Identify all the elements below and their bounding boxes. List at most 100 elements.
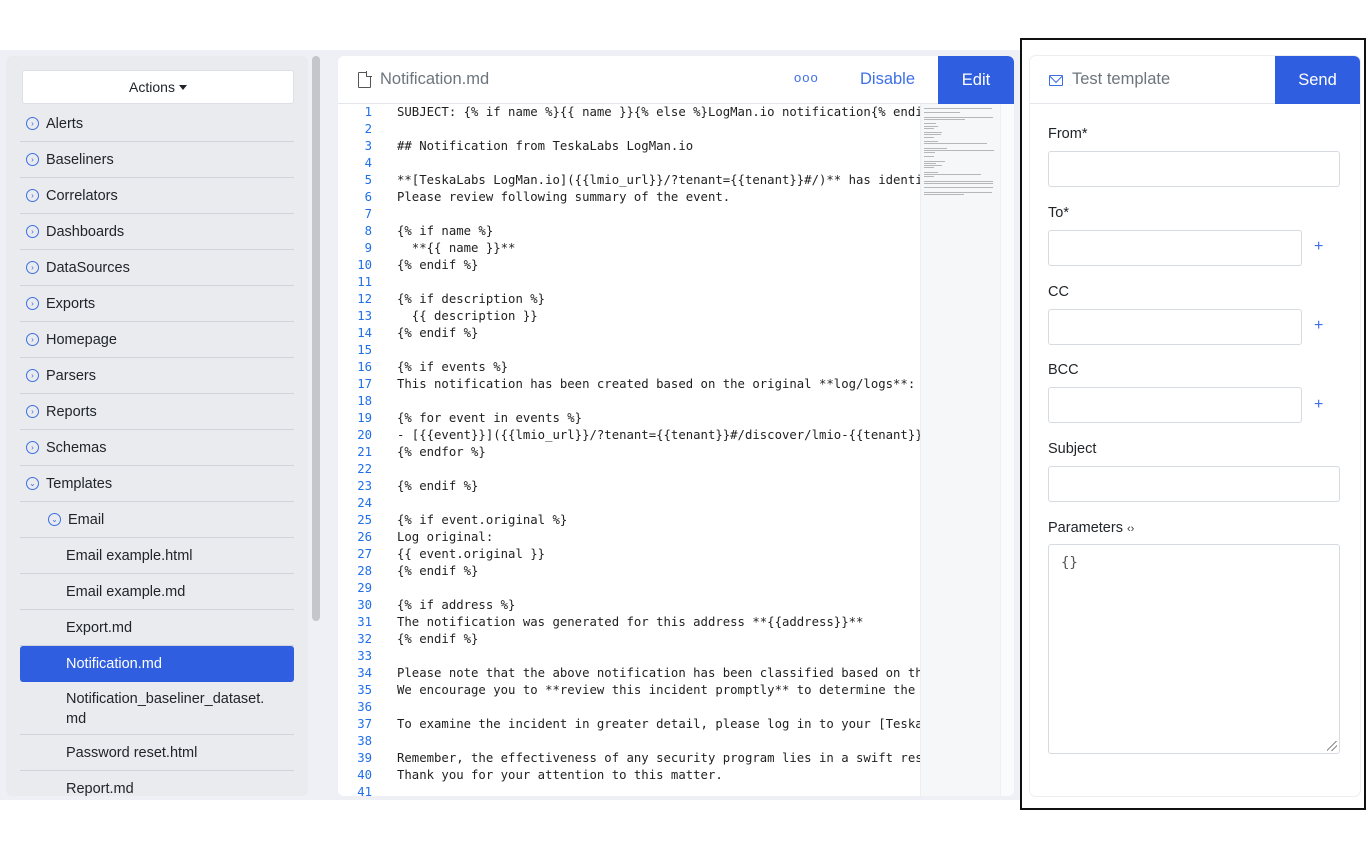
- send-button[interactable]: Send: [1275, 56, 1360, 104]
- code-line: 19 {% for event in events %}: [338, 410, 920, 427]
- line-number: 3: [364, 139, 372, 153]
- code-line: 15: [338, 342, 920, 359]
- code-line-text: {% endfor %}: [397, 445, 486, 459]
- bcc-label: BCC: [1048, 362, 1079, 378]
- code-line: 40 Thank you for your attention to this m…: [338, 767, 920, 784]
- code-minimap[interactable]: [920, 104, 1000, 796]
- chevron-right-circle-icon: ›: [26, 333, 39, 346]
- sidebar-item-datasources[interactable]: › DataSources: [20, 250, 294, 286]
- code-line: 23 {% endif %}: [338, 478, 920, 495]
- sidebar-item-exports[interactable]: › Exports: [20, 286, 294, 322]
- more-options-button[interactable]: ooo: [794, 70, 819, 85]
- code-line: 14 {% endif %}: [338, 325, 920, 342]
- code-line: 9 **{{ name }}**: [338, 240, 920, 257]
- sidebar-item-schemas[interactable]: › Schemas: [20, 430, 294, 466]
- minimap-line: [924, 136, 934, 138]
- sidebar-item-label: Email example.html: [66, 547, 193, 564]
- sidebar-item-email-example-html[interactable]: Email example.html: [20, 538, 294, 574]
- editor-file-name: Notification.md: [380, 70, 490, 88]
- sidebar-item-correlators[interactable]: › Correlators: [20, 178, 294, 214]
- code-editor[interactable]: 1 SUBJECT: {% if name %}{{ name }}{% else…: [338, 104, 920, 796]
- sidebar-item-label: Notification_baseliner_dataset. md: [66, 690, 265, 727]
- minimap-line: [924, 125, 939, 127]
- add-to-button[interactable]: +: [1314, 238, 1323, 256]
- code-line: 4: [338, 155, 920, 172]
- chevron-right-circle-icon: ›: [26, 117, 39, 130]
- line-number: 28: [357, 564, 372, 578]
- minimap-line: [924, 180, 994, 182]
- chevron-down-circle-icon: ⌄: [48, 513, 61, 526]
- test-template-title: Test template: [1072, 70, 1171, 88]
- code-line: 8 {% if name %}: [338, 223, 920, 240]
- sidebar-item-label: DataSources: [46, 259, 130, 276]
- code-line: 27 {{ event.original }}: [338, 546, 920, 563]
- line-number: 41: [357, 785, 372, 796]
- sidebar-item-email-example-md[interactable]: Email example.md: [20, 574, 294, 610]
- chevron-right-circle-icon: ›: [26, 225, 39, 238]
- code-line: 17 This notification has been created bas…: [338, 376, 920, 393]
- line-number: 40: [357, 768, 372, 782]
- sidebar-item-label: Password reset.html: [66, 744, 198, 761]
- sidebar-item-reports[interactable]: › Reports: [20, 394, 294, 430]
- edit-button[interactable]: Edit: [938, 56, 1014, 104]
- resize-handle-icon[interactable]: [1327, 741, 1337, 751]
- code-line: 35 We encourage you to **review this inci…: [338, 682, 920, 699]
- minimap-line: [924, 149, 995, 151]
- to-field[interactable]: [1048, 230, 1302, 266]
- minimap-line: [924, 123, 936, 125]
- sidebar-item-label: Homepage: [46, 331, 117, 348]
- code-toggle-icon[interactable]: ‹›: [1127, 523, 1134, 535]
- sidebar-item-baseliners[interactable]: › Baseliners: [20, 142, 294, 178]
- line-number: 11: [357, 275, 372, 289]
- line-number: 31: [357, 615, 372, 629]
- sidebar-item-report-md[interactable]: Report.md: [20, 771, 294, 797]
- minimap-line: [924, 152, 935, 153]
- sidebar-item-notification-md[interactable]: Notification.md: [20, 646, 294, 682]
- sidebar-item-label: Dashboards: [46, 223, 125, 240]
- disable-button[interactable]: Disable: [860, 70, 915, 89]
- code-line-text: {% endif %}: [397, 564, 479, 578]
- sidebar-scrollbar[interactable]: [312, 56, 320, 621]
- code-line-text: {% for event in events %}: [397, 411, 583, 425]
- from-label: From*: [1048, 126, 1088, 142]
- code-line-text: This notification has been created based…: [397, 377, 916, 391]
- sidebar-item-export-md[interactable]: Export.md: [20, 610, 294, 646]
- code-line: 33: [338, 648, 920, 665]
- sidebar-item-homepage[interactable]: › Homepage: [20, 322, 294, 358]
- sidebar-item-dashboards[interactable]: › Dashboards: [20, 214, 294, 250]
- sidebar-item-parsers[interactable]: › Parsers: [20, 358, 294, 394]
- bcc-field[interactable]: [1048, 387, 1302, 423]
- code-line: 21 {% endfor %}: [338, 444, 920, 461]
- line-number: 2: [364, 122, 372, 136]
- sidebar-item-email[interactable]: ⌄ Email: [20, 502, 294, 538]
- sidebar-item-password-reset-html[interactable]: Password reset.html: [20, 735, 294, 771]
- add-cc-button[interactable]: +: [1314, 317, 1323, 335]
- code-line-text: {% if description %}: [397, 292, 546, 306]
- actions-dropdown-button[interactable]: Actions: [22, 70, 294, 104]
- from-field[interactable]: [1048, 151, 1340, 187]
- line-number: 34: [357, 666, 372, 680]
- code-line-text: {{ description }}: [397, 309, 538, 323]
- sidebar-item-alerts[interactable]: › Alerts: [20, 106, 294, 142]
- line-number: 35: [357, 683, 372, 697]
- line-number: 37: [357, 717, 372, 731]
- parameters-value: {}: [1061, 555, 1078, 571]
- minimap-line: [924, 112, 960, 114]
- minimap-line: [924, 187, 994, 189]
- parameters-textarea[interactable]: {}: [1048, 544, 1340, 754]
- sidebar-item-templates[interactable]: ⌄ Templates: [20, 466, 294, 502]
- subject-field[interactable]: [1048, 466, 1340, 502]
- code-line-text: We encourage you to **review this incide…: [397, 683, 920, 697]
- add-bcc-button[interactable]: +: [1314, 396, 1323, 414]
- line-number: 10: [357, 258, 372, 272]
- line-number: 14: [357, 326, 372, 340]
- line-number: 17: [357, 377, 372, 391]
- cc-field[interactable]: [1048, 309, 1302, 345]
- editor-scrollbar[interactable]: [1000, 104, 1014, 796]
- code-line: 16 {% if events %}: [338, 359, 920, 376]
- line-number: 25: [357, 513, 372, 527]
- sidebar-item-notification-baseliner-dataset-md[interactable]: Notification_baseliner_dataset. md: [20, 683, 294, 735]
- minimap-line: [924, 165, 942, 167]
- code-line: 25 {% if event.original %}: [338, 512, 920, 529]
- code-line: 34 Please note that the above notificatio…: [338, 665, 920, 682]
